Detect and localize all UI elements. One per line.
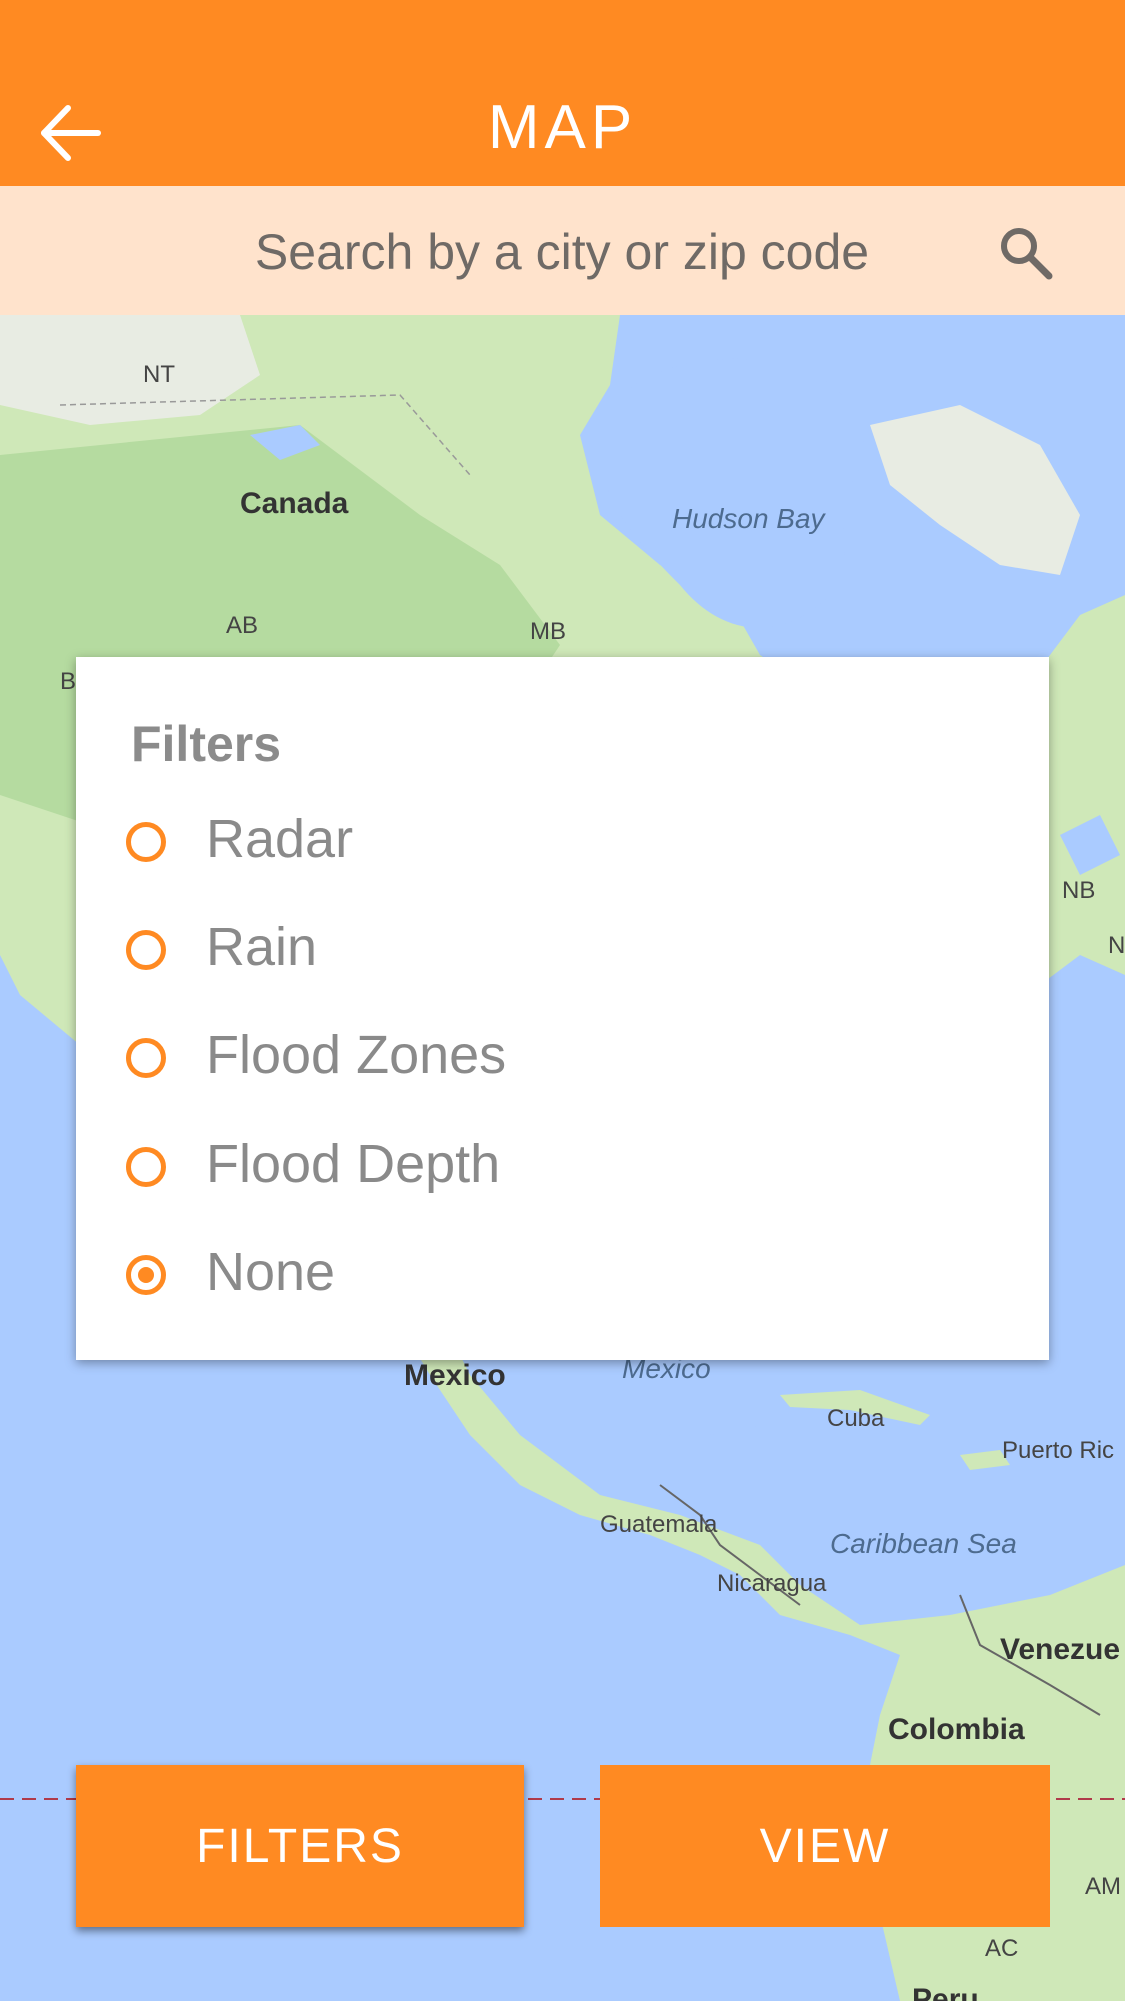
search-input[interactable] bbox=[160, 216, 964, 288]
map-label-venezuela: Venezue bbox=[1000, 1633, 1121, 1666]
filters-button[interactable]: FILTERS bbox=[76, 1765, 524, 1927]
view-button[interactable]: VIEW bbox=[600, 1765, 1050, 1927]
filter-option-label: Flood Zones bbox=[206, 1025, 507, 1085]
map-label-ac: AC bbox=[985, 1935, 1019, 1962]
radio-button[interactable] bbox=[126, 1038, 166, 1078]
map-label-cuba: Cuba bbox=[827, 1405, 885, 1432]
map-label-nicaragua: Nicaragua bbox=[717, 1570, 827, 1597]
map-label-puerto-rico: Puerto Ric bbox=[1002, 1437, 1115, 1464]
search-icon[interactable] bbox=[995, 222, 1055, 282]
radio-button-selected[interactable] bbox=[126, 1255, 166, 1295]
radio-button[interactable] bbox=[126, 822, 166, 862]
map-label-peru: Peru bbox=[912, 1983, 979, 2001]
map-label-am: AM bbox=[1085, 1873, 1121, 1900]
filter-option-radar[interactable]: Radar bbox=[126, 800, 1006, 892]
filter-option-rain[interactable]: Rain bbox=[126, 908, 1006, 1000]
map-label-caribbean: Caribbean Sea bbox=[830, 1528, 1017, 1559]
filter-option-flood-zones[interactable]: Flood Zones bbox=[126, 1016, 1006, 1108]
map-label-bc: B bbox=[60, 668, 77, 695]
filter-option-none[interactable]: None bbox=[126, 1233, 1006, 1325]
map-label-colombia: Colombia bbox=[888, 1713, 1025, 1746]
filter-option-label: None bbox=[206, 1242, 336, 1302]
radio-button[interactable] bbox=[126, 930, 166, 970]
map-label-hudson-bay: Hudson Bay bbox=[672, 503, 825, 534]
filter-option-label: Radar bbox=[206, 809, 354, 869]
filter-option-flood-depth[interactable]: Flood Depth bbox=[126, 1125, 1006, 1217]
map-label-canada: Canada bbox=[240, 487, 349, 520]
map-label-nt: NT bbox=[143, 361, 175, 388]
search-bar bbox=[0, 186, 1125, 315]
map-label-guatemala: Guatemala bbox=[600, 1511, 718, 1538]
app-header: MAP bbox=[0, 0, 1125, 186]
map-label-ns: N bbox=[1108, 932, 1125, 959]
filters-dialog: Filters Radar Rain Flood Zones Flood Dep… bbox=[76, 657, 1049, 1360]
filter-option-label: Rain bbox=[206, 917, 318, 977]
map-label-mexico: Mexico bbox=[404, 1359, 506, 1392]
map-label-ab: AB bbox=[226, 612, 259, 639]
filters-dialog-title: Filters bbox=[131, 716, 282, 772]
radio-button[interactable] bbox=[126, 1147, 166, 1187]
map-label-nb: NB bbox=[1062, 877, 1096, 904]
filter-option-label: Flood Depth bbox=[206, 1134, 501, 1194]
page-title: MAP bbox=[487, 93, 638, 162]
map-label-mb: MB bbox=[530, 618, 566, 645]
